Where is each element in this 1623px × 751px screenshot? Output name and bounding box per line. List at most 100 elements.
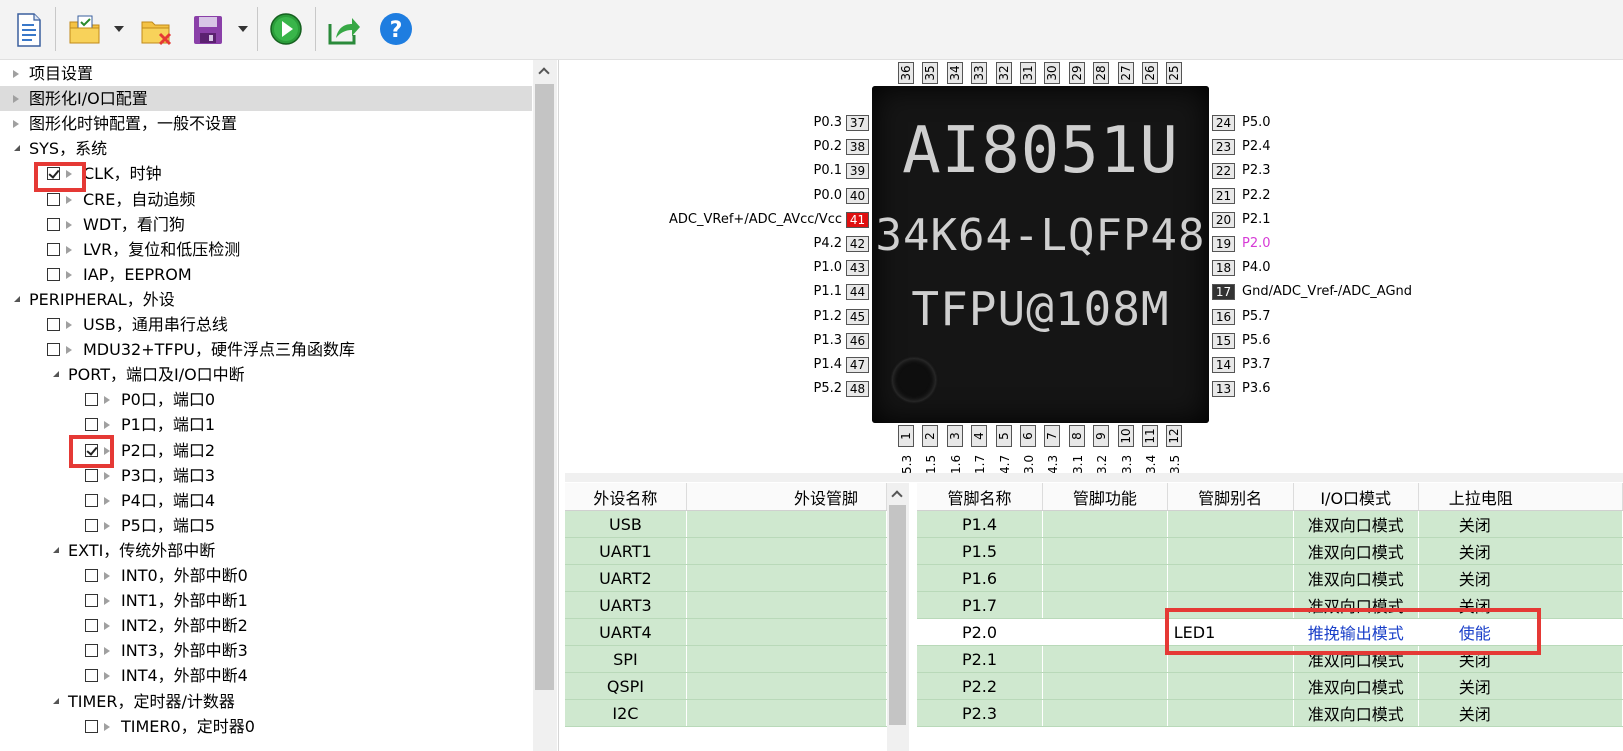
table-row[interactable]: P2.3 准双向口模式 关闭: [917, 699, 1623, 727]
pin-bottom[interactable]: 6: [1020, 425, 1036, 447]
expand-arrow-icon[interactable]: [53, 697, 59, 704]
help-icon[interactable]: ?: [379, 8, 413, 50]
peripheral-name-cell[interactable]: UART2: [565, 564, 687, 592]
tree-item[interactable]: INT3，外部中断3: [0, 638, 532, 663]
io-mode-cell[interactable]: 准双向口模式: [1293, 510, 1419, 538]
tree-item[interactable]: EXTI，传统外部中断: [0, 538, 532, 563]
peripheral-name-cell[interactable]: UART3: [565, 591, 687, 619]
pin-name-cell[interactable]: P2.2: [917, 672, 1043, 700]
pane-splitter[interactable]: [565, 473, 1623, 482]
io-mode-cell[interactable]: 准双向口模式: [1293, 537, 1419, 565]
tree-item[interactable]: INT4，外部中断4: [0, 663, 532, 688]
table-row[interactable]: UART4: [565, 618, 888, 646]
table-row[interactable]: P1.5 准双向口模式 关闭: [917, 537, 1623, 565]
peripheral-name-cell[interactable]: SPI: [565, 645, 687, 673]
checkbox[interactable]: [85, 669, 98, 683]
peripheral-pin-cell[interactable]: [686, 672, 888, 700]
tree-item[interactable]: INT1，外部中断1: [0, 588, 532, 613]
io-mode-cell[interactable]: 准双向口模式: [1293, 564, 1419, 592]
tree-item[interactable]: USB，通用串行总线: [0, 312, 532, 337]
checkbox[interactable]: [85, 518, 98, 532]
pin-top[interactable]: 36: [898, 62, 914, 84]
checkbox[interactable]: [85, 418, 98, 432]
table-row[interactable]: P1.6 准双向口模式 关闭: [917, 564, 1623, 592]
pin-name-cell[interactable]: P1.5: [917, 537, 1043, 565]
tree-item[interactable]: IAP，EEPROM: [0, 262, 532, 287]
column-header-peripheral-name[interactable]: 外设名称: [565, 483, 687, 511]
pin-top[interactable]: 30: [1044, 62, 1061, 84]
table-row[interactable]: I2C: [565, 699, 888, 727]
expand-arrow-icon[interactable]: [53, 546, 59, 553]
table-row[interactable]: UART3: [565, 591, 888, 619]
tree-scrollbar[interactable]: [533, 60, 557, 751]
checkbox[interactable]: [85, 393, 98, 407]
pin-top[interactable]: 33: [971, 62, 988, 84]
save-icon[interactable]: [192, 8, 224, 50]
tree-item[interactable]: INT2，外部中断2: [0, 613, 532, 638]
tree-item[interactable]: PERIPHERAL，外设: [0, 287, 532, 312]
pin-left[interactable]: 45: [846, 308, 869, 325]
pin-name-cell[interactable]: P1.7: [917, 591, 1043, 619]
table-row[interactable]: UART1: [565, 537, 888, 565]
pin-function-cell[interactable]: [1042, 591, 1168, 619]
table-row[interactable]: P2.2 准双向口模式 关闭: [917, 672, 1623, 700]
peripheral-pin-cell[interactable]: [686, 564, 888, 592]
pin-name-cell[interactable]: P2.0: [917, 618, 1043, 646]
peripheral-pin-cell[interactable]: [686, 618, 888, 646]
close-project-icon[interactable]: [140, 8, 174, 50]
checkbox[interactable]: [85, 619, 98, 633]
pin-function-cell[interactable]: [1042, 645, 1168, 673]
pin-alias-cell[interactable]: [1167, 672, 1294, 700]
pin-function-cell[interactable]: [1042, 510, 1168, 538]
pin-left[interactable]: 46: [846, 332, 869, 349]
scrollbar-thumb[interactable]: [535, 84, 554, 690]
pin-top[interactable]: 29: [1068, 62, 1085, 84]
pin-top[interactable]: 27: [1117, 62, 1134, 84]
pin-bottom[interactable]: 1: [898, 425, 914, 447]
checkbox[interactable]: [85, 594, 98, 608]
pin-left[interactable]: 37: [846, 115, 869, 131]
expand-arrow-icon[interactable]: [53, 371, 59, 378]
column-header-pin-alias[interactable]: 管脚别名: [1167, 483, 1294, 511]
pin-right[interactable]: 23: [1212, 139, 1235, 156]
pin-top[interactable]: 28: [1093, 62, 1110, 84]
pin-left[interactable]: 47: [846, 357, 869, 373]
pin-right[interactable]: 18: [1212, 260, 1235, 277]
pin-right[interactable]: 20: [1212, 211, 1235, 228]
column-header-pin-name[interactable]: 管脚名称: [917, 483, 1043, 511]
checkbox[interactable]: [85, 719, 98, 733]
pin-top[interactable]: 26: [1142, 62, 1158, 84]
pin-right[interactable]: 15: [1212, 332, 1235, 349]
pin-bottom[interactable]: 10: [1117, 425, 1134, 447]
pin-top[interactable]: 31: [1020, 62, 1036, 84]
column-header-pin-function[interactable]: 管脚功能: [1042, 483, 1168, 511]
pin-right[interactable]: 22: [1212, 163, 1235, 180]
tree-item[interactable]: LVR，复位和低压检测: [0, 237, 532, 262]
open-dropdown-icon[interactable]: [114, 26, 124, 32]
pin-name-cell[interactable]: P1.4: [917, 510, 1043, 538]
pin-bottom[interactable]: 5: [995, 425, 1012, 447]
tree-item[interactable]: SYS，系统: [0, 136, 532, 161]
pin-name-cell[interactable]: P1.6: [917, 564, 1043, 592]
pin-bottom[interactable]: 11: [1142, 425, 1158, 447]
pin-function-cell[interactable]: [1042, 564, 1168, 592]
pin-top[interactable]: 25: [1166, 62, 1183, 84]
tree-item[interactable]: P5口，端口5: [0, 513, 532, 538]
pin-right[interactable]: 19: [1212, 236, 1235, 252]
peripheral-scrollbar[interactable]: [887, 483, 909, 751]
pin-right[interactable]: 24: [1212, 115, 1235, 131]
pin-function-cell[interactable]: [1042, 618, 1168, 646]
table-row[interactable]: USB: [565, 510, 888, 538]
table-row[interactable]: P1.4 准双向口模式 关闭: [917, 510, 1623, 538]
table-row[interactable]: SPI: [565, 645, 888, 673]
peripheral-name-cell[interactable]: I2C: [565, 699, 687, 727]
pin-top[interactable]: 34: [946, 62, 963, 84]
pin-name-cell[interactable]: P2.1: [917, 645, 1043, 673]
peripheral-pin-cell[interactable]: [686, 591, 888, 619]
tree-item[interactable]: MDU32+TFPU，硬件浮点三角函数库: [0, 337, 532, 362]
tree-item[interactable]: P0口，端口0: [0, 387, 532, 412]
column-header-peripheral-pin[interactable]: 外设管脚: [686, 483, 888, 511]
pin-right[interactable]: 16: [1212, 308, 1235, 325]
peripheral-name-cell[interactable]: QSPI: [565, 672, 687, 700]
io-mode-cell[interactable]: 准双向口模式: [1293, 672, 1419, 700]
